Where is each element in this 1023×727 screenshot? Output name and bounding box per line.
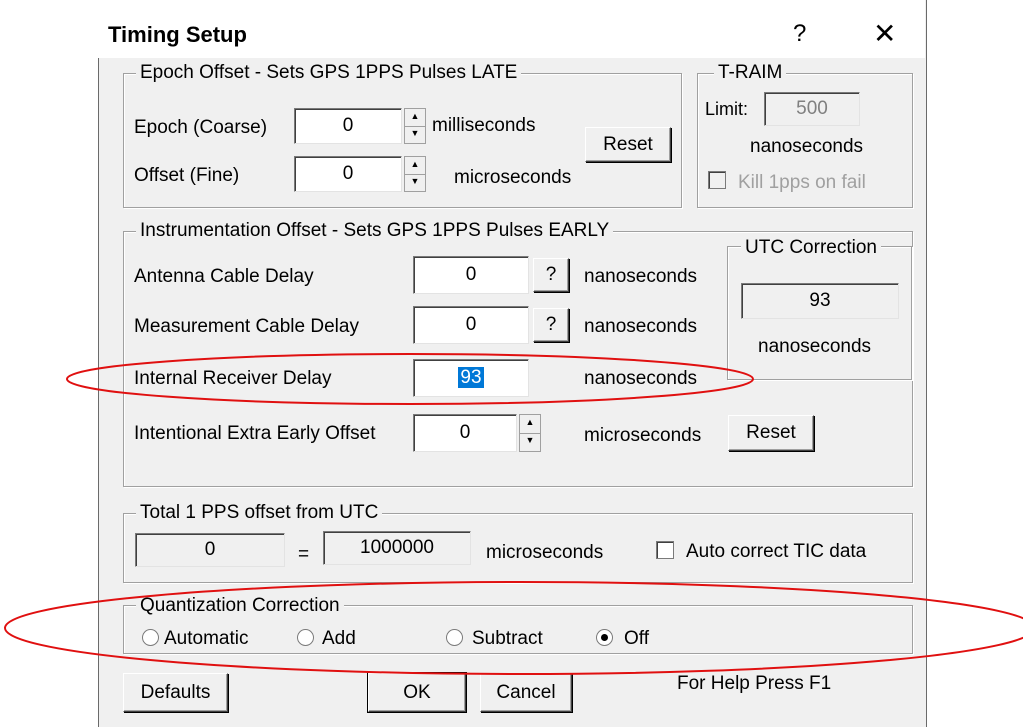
annotation-ellipse-quantization [4,581,1023,675]
annotation-ellipse-internal-delay [66,353,754,405]
annotation-overlay [4,353,1023,675]
